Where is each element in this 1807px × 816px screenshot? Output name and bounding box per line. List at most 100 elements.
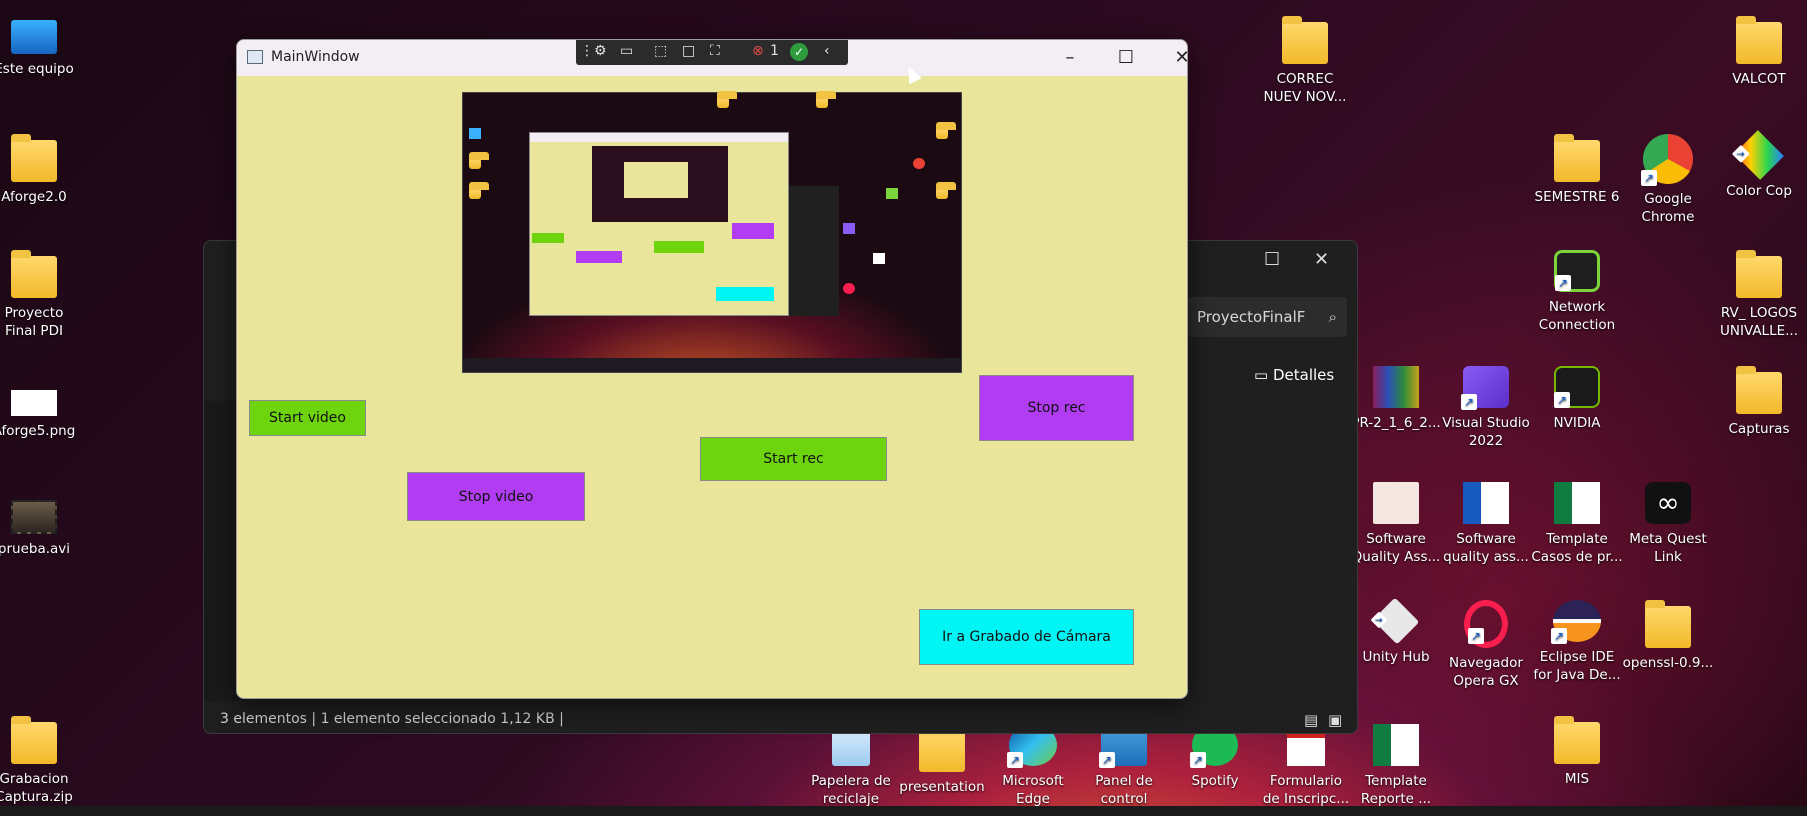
- video-camera-icon[interactable]: ▭: [620, 43, 633, 59]
- desktop-icon-label: Grabacion Captura.zip: [0, 771, 73, 805]
- desktop-icon-label: Color Cop: [1726, 183, 1792, 199]
- desktop-icon-label: Visual Studio 2022: [1442, 415, 1530, 449]
- folder-icon: [1554, 716, 1600, 764]
- binding-failures-count: 1: [770, 43, 779, 59]
- desktop-icon-visual-studio[interactable]: Visual Studio 2022: [1440, 366, 1532, 450]
- details-pane-button[interactable]: ▭ Detalles: [1254, 366, 1334, 384]
- desktop-icon-network[interactable]: Network Connection: [1531, 250, 1623, 334]
- details-label: Detalles: [1272, 366, 1335, 384]
- desktop-icon-proyecto-final[interactable]: Proyecto Final PDI: [0, 250, 80, 340]
- display-layout-icon[interactable]: □: [682, 43, 695, 59]
- desktop-icon-grabacion-zip[interactable]: Grabacion Captura.zip: [0, 716, 80, 806]
- desktop-icon-label: Template Reporte ...: [1360, 773, 1432, 807]
- network-connection-icon: [1554, 250, 1600, 292]
- desktop-icon-label: Proyecto Final PDI: [4, 305, 64, 339]
- desktop-icon-label: Este equipo: [0, 61, 74, 77]
- preview-nested-titlebar: [530, 133, 788, 142]
- desktop-icon-nvidia[interactable]: NVIDIA: [1531, 366, 1623, 432]
- desktop-icon-formulario[interactable]: Formulario de Inscripc...: [1260, 724, 1352, 808]
- track-focus-icon[interactable]: ⛶: [710, 43, 720, 59]
- preview-cyan-button: [716, 287, 774, 301]
- desktop-icon-label: Microsoft Edge: [1002, 773, 1064, 807]
- document-icon: [1373, 482, 1419, 524]
- explorer-status-bar: 3 elementos | 1 elemento seleccionado 1,…: [220, 711, 564, 727]
- desktop-icon-label: Aforge5.png: [0, 423, 76, 439]
- minimize-button[interactable]: –: [1047, 44, 1093, 72]
- desktop-icon-control-panel[interactable]: Panel de control: [1078, 724, 1170, 808]
- live-visual-tree-icon[interactable]: ⚙: [594, 43, 607, 59]
- desktop-icon-label: Panel de control: [1095, 773, 1153, 807]
- preview-nested-video: [592, 146, 728, 222]
- desktop-icon-aforge5[interactable]: Aforge5.png: [0, 390, 80, 440]
- maximize-button[interactable]: ☐: [1103, 44, 1149, 72]
- close-icon[interactable]: ✕: [1314, 249, 1329, 270]
- desktop-icon-correc[interactable]: CORREC NUEV NOV...: [1259, 16, 1351, 106]
- tile-view-icon[interactable]: ▣: [1328, 711, 1342, 729]
- app-icon: [843, 283, 855, 294]
- select-element-icon[interactable]: ⬚: [654, 43, 667, 59]
- desktop-icon-rv-logos[interactable]: RV_ LOGOS UNIVALLE...: [1713, 250, 1805, 340]
- desktop-icon-chrome[interactable]: Google Chrome: [1622, 134, 1714, 226]
- desktop-icon-eclipse[interactable]: Eclipse IDE for Java De...: [1531, 600, 1623, 684]
- desktop-icon-prueba-avi[interactable]: prueba.avi: [0, 500, 80, 558]
- desktop-icon-label: Software quality ass...: [1443, 531, 1529, 565]
- preview-green-button: [654, 241, 704, 253]
- desktop-icon-unity-hub[interactable]: Unity Hub: [1350, 597, 1442, 666]
- folder-icon: [717, 91, 737, 108]
- desktop-icon-color-cop[interactable]: Color Cop: [1713, 130, 1805, 200]
- preview-nested-window: [529, 132, 789, 316]
- desktop-icon-opera[interactable]: Navegador Opera GX: [1440, 600, 1532, 690]
- desktop-icon-edge[interactable]: Microsoft Edge: [987, 724, 1079, 808]
- desktop-icon-template-casos[interactable]: Template Casos de pr...: [1531, 482, 1623, 566]
- desktop-icon-label: Formulario de Inscripc...: [1262, 773, 1350, 807]
- desktop-icon-valcot[interactable]: VALCOT: [1713, 16, 1805, 88]
- desktop-icon-recycle-bin[interactable]: Papelera de reciclaje: [805, 724, 897, 808]
- desktop-icon-label: Unity Hub: [1362, 649, 1430, 665]
- desktop-icon-mis[interactable]: MIS: [1531, 716, 1623, 788]
- desktop-icon-software-quality-1[interactable]: Software Quality Ass...: [1350, 482, 1442, 566]
- details-pane-icon: ▭: [1254, 366, 1269, 384]
- desktop-icon-label: RV_ LOGOS UNIVALLE...: [1719, 305, 1798, 339]
- start-video-button[interactable]: Start video: [249, 400, 366, 436]
- desktop-icon-software-quality-2[interactable]: Software quality ass...: [1440, 482, 1532, 566]
- desktop-icon-label: Meta Quest Link: [1629, 531, 1707, 565]
- list-view-icon[interactable]: ▤: [1304, 711, 1318, 729]
- collapse-toolbar-icon[interactable]: ‹: [824, 43, 830, 59]
- main-window[interactable]: MainWindow – ☐ ✕ ⋮ ⚙ ▭ ⬚ □ ⛶ ⊗ 1 ✓ ‹: [236, 39, 1188, 699]
- desktop-icon-label: VALCOT: [1732, 71, 1786, 87]
- desktop-icon-openssl[interactable]: openssl-0.9...: [1622, 600, 1714, 672]
- eclipse-icon: [1551, 600, 1601, 644]
- desktop-icon-label: Eclipse IDE for Java De...: [1533, 649, 1621, 683]
- desktop-icon-aforge2[interactable]: Aforge2.0: [0, 134, 80, 206]
- desktop-icon-semestre6[interactable]: SEMESTRE 6: [1531, 134, 1623, 206]
- hot-reload-check-icon[interactable]: ✓: [790, 43, 808, 61]
- desktop-icon-capturas[interactable]: Capturas: [1713, 366, 1805, 438]
- desktop-icon-este-equipo[interactable]: Este equipo: [0, 20, 80, 78]
- stop-video-button[interactable]: Stop video: [407, 472, 585, 521]
- folder-icon: [469, 182, 489, 199]
- zip-folder-icon: [11, 716, 57, 764]
- desktop-icon-label: PR-2_1_6_2...: [1351, 415, 1441, 431]
- desktop-icon-label: prueba.avi: [0, 541, 71, 557]
- desktop-icon-template-reporte[interactable]: Template Reporte ...: [1350, 724, 1442, 808]
- start-rec-button[interactable]: Start rec: [700, 437, 887, 481]
- desktop-icon-winrar[interactable]: PR-2_1_6_2...: [1350, 366, 1442, 432]
- desktop-icon-presentation[interactable]: presentation: [896, 724, 988, 796]
- maximize-icon[interactable]: ☐: [1264, 249, 1280, 270]
- nvidia-icon: [1554, 366, 1600, 408]
- taskbar[interactable]: [0, 806, 1807, 816]
- debug-toolbar[interactable]: ⋮ ⚙ ▭ ⬚ □ ⛶ ⊗ 1 ✓ ‹: [576, 40, 848, 65]
- grip-icon: ⋮: [580, 43, 594, 59]
- stop-rec-button[interactable]: Stop rec: [979, 375, 1134, 441]
- binding-failures-icon[interactable]: ⊗: [752, 43, 764, 59]
- camera-record-button[interactable]: Ir a Grabado de Cámara: [919, 609, 1134, 665]
- desktop-icon-label: NVIDIA: [1553, 415, 1601, 431]
- close-button[interactable]: ✕: [1159, 44, 1187, 72]
- visual-studio-icon: [1461, 366, 1509, 410]
- desktop-icon-label: Capturas: [1728, 421, 1790, 437]
- desktop-icon-label: SEMESTRE 6: [1534, 189, 1620, 205]
- excel-icon: [1554, 482, 1600, 524]
- explorer-search-input[interactable]: ProyectoFinalF ⌕: [1187, 297, 1347, 337]
- desktop-icon-meta-quest[interactable]: ∞ Meta Quest Link: [1622, 482, 1714, 566]
- folder-icon: [1554, 134, 1600, 182]
